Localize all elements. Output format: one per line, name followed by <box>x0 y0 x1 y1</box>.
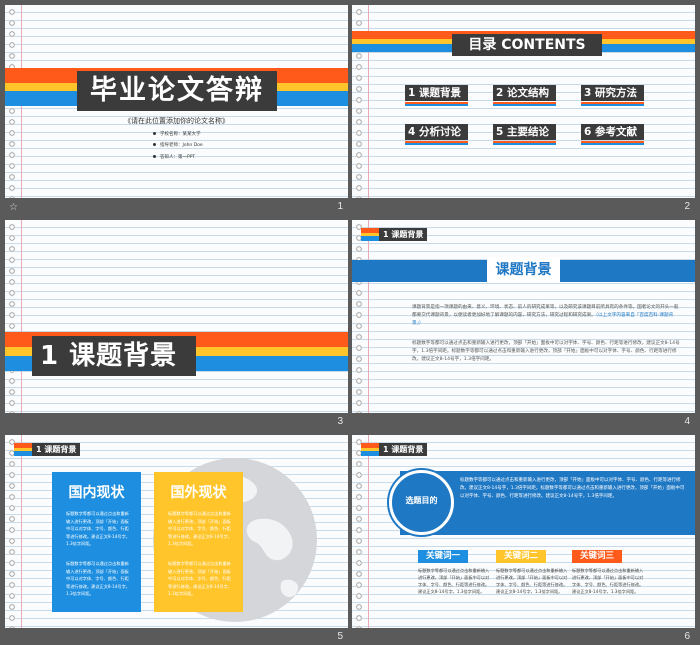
slide-canvas: 1 课题背景 课题背景 课题背景是指一项课题的由来、意义、环境、状态、前人的研究… <box>352 220 695 413</box>
slide-number: 1 <box>337 201 343 212</box>
panel-text: 标题数字等都可以通过点击和重新输入进行更改，顶部「开始」面板中可以对字体、字号、… <box>66 511 130 546</box>
slide-canvas: 毕业论文答辩 《请在此位置添加你的论文名称》 学校名称：某某大学 指导老师：Jo… <box>5 5 348 198</box>
toc-item-4: 4 分析讨论 <box>405 124 468 140</box>
slide-footer: 3 <box>5 413 348 433</box>
section-tag: 1 课题背景 <box>379 443 428 456</box>
slide-number: 6 <box>684 631 690 642</box>
panel-domestic: 国内现状 标题数字等都可以通过点击和重新输入进行更改，顶部「开始」面板中可以对字… <box>52 472 141 612</box>
slide-footer: 6 <box>352 628 695 645</box>
slide-footer: ☆ 1 <box>5 198 348 218</box>
toc-item-6: 6 参考文献 <box>581 124 644 140</box>
toc-underline <box>493 143 556 145</box>
toc-underline <box>581 143 644 145</box>
slide-title: 课题背景 <box>487 257 560 283</box>
panel-text: 标题数字等都可以通过点击和重新输入进行更改，顶部「开始」面板中可以对字体、字号、… <box>168 561 232 596</box>
spiral-binding <box>7 438 17 628</box>
slide-title: 毕业论文答辩 <box>77 71 277 111</box>
slide-title: 1 课题背景 <box>32 336 196 376</box>
toc-item-1: 1 课题背景 <box>405 85 468 101</box>
keyword-2: 关键词二 <box>496 550 546 563</box>
spiral-binding <box>354 223 364 413</box>
slide-canvas: 目录 CONTENTS 1 课题背景 2 论文结构 3 研究方法 4 分析讨论 … <box>352 5 695 198</box>
slide-footer: 2 <box>352 198 695 218</box>
slide-footer: 4 <box>352 413 695 433</box>
panel-title: 国外现状 <box>170 485 227 501</box>
slide-footer: 5 <box>5 628 348 645</box>
spiral-binding <box>354 438 364 628</box>
section-tag: 1 课题背景 <box>379 228 428 241</box>
keyword-text: 标题数字等都可以通过点击和重新输入进行更改，顶部「开始」面板中可以对字体、字号、… <box>496 568 568 594</box>
slide-canvas: 1 课题背景 选题目的 标题数字等都可以通过点击和重新输入进行更改，顶部「开始」… <box>352 435 695 628</box>
bullet-icon <box>153 143 156 146</box>
toc-underline <box>405 104 468 106</box>
info-advisor: 指导老师：John Doe <box>153 142 203 148</box>
star-icon[interactable]: ☆ <box>9 202 18 213</box>
spiral-binding <box>7 223 17 413</box>
panel-title: 国内现状 <box>68 485 125 501</box>
keyword-text: 标题数字等都可以通过点击和重新输入进行更改，顶部「开始」面板中可以对字体、字号、… <box>572 568 644 594</box>
paragraph-1: 课题背景是指一项课题的由来、意义、环境、状态、前人的研究成果等，以及研究该课题目… <box>412 304 680 328</box>
bullet-icon <box>153 155 156 158</box>
purpose-text: 标题数字等都可以通过点击和重新输入进行更改，顶部「开始」面板中可以对字体、字号、… <box>460 478 685 499</box>
slide-subtitle: 《请在此位置添加你的论文名称》 <box>124 117 229 125</box>
keyword-text: 标题数字等都可以通过点击和重新输入进行更改，顶部「开始」面板中可以对字体、字号、… <box>418 568 490 594</box>
panel-international: 国外现状 标题数字等都可以通过点击和重新输入进行更改，顶部「开始」面板中可以对字… <box>154 472 243 612</box>
bullet-icon <box>153 132 156 135</box>
tag-flag <box>361 451 379 456</box>
toc-item-2: 2 论文结构 <box>493 85 556 101</box>
info-text: 指导老师：John Doe <box>160 143 203 148</box>
info-text: 学校名称：某某大学 <box>160 132 201 137</box>
tag-flag <box>14 451 32 456</box>
toc-underline <box>493 104 556 106</box>
slide-thumbnail-6[interactable]: 1 课题背景 选题目的 标题数字等都可以通过点击和重新输入进行更改，顶部「开始」… <box>352 435 695 645</box>
slide-thumbnail-5[interactable]: 1 课题背景 国内现状 标题数字等都可以通过点击和重新输入进行更改，顶部「开始」… <box>5 435 348 645</box>
panel-text: 标题数字等都可以通过点击和重新输入进行更改，顶部「开始」面板中可以对字体、字号、… <box>168 511 232 546</box>
toc-item-5: 5 主要结论 <box>493 124 556 140</box>
keyword-1: 关键词一 <box>418 550 468 563</box>
slide-thumbnail-3[interactable]: 1 课题背景 3 <box>5 220 348 433</box>
slide-number: 3 <box>337 416 343 427</box>
slide-thumbnail-2[interactable]: 目录 CONTENTS 1 课题背景 2 论文结构 3 研究方法 4 分析讨论 … <box>352 5 695 218</box>
info-presenter: 答辩人：第一PPT <box>153 154 195 160</box>
tag-flag <box>361 236 379 241</box>
slide-thumbnail-1[interactable]: 毕业论文答辩 《请在此位置添加你的论文名称》 学校名称：某某大学 指导老师：Jo… <box>5 5 348 218</box>
toc-underline <box>405 143 468 145</box>
info-school: 学校名称：某某大学 <box>153 131 201 137</box>
purpose-label: 选题目的 <box>405 496 438 505</box>
panel-text: 标题数字等都可以通过点击和重新输入进行更改，顶部「开始」面板中可以对字体、字号、… <box>66 561 130 596</box>
slide-thumbnail-4[interactable]: 1 课题背景 课题背景 课题背景是指一项课题的由来、意义、环境、状态、前人的研究… <box>352 220 695 433</box>
slide-number: 5 <box>337 631 343 642</box>
info-text: 答辩人：第一PPT <box>160 155 196 160</box>
section-tag: 1 课题背景 <box>32 443 81 456</box>
slide-title: 目录 CONTENTS <box>452 34 602 56</box>
slide-canvas: 1 课题背景 <box>5 220 348 413</box>
slide-number: 4 <box>684 416 690 427</box>
slide-canvas: 1 课题背景 国内现状 标题数字等都可以通过点击和重新输入进行更改，顶部「开始」… <box>5 435 348 628</box>
toc-underline <box>581 104 644 106</box>
slide-number: 2 <box>684 201 690 212</box>
paragraph-2: 标题数字等都可以通过点击和重新输入进行更改，顶部「开始」面板中可以对字体、字号、… <box>412 341 680 362</box>
keyword-3: 关键词三 <box>572 550 622 563</box>
toc-item-3: 3 研究方法 <box>581 85 644 101</box>
